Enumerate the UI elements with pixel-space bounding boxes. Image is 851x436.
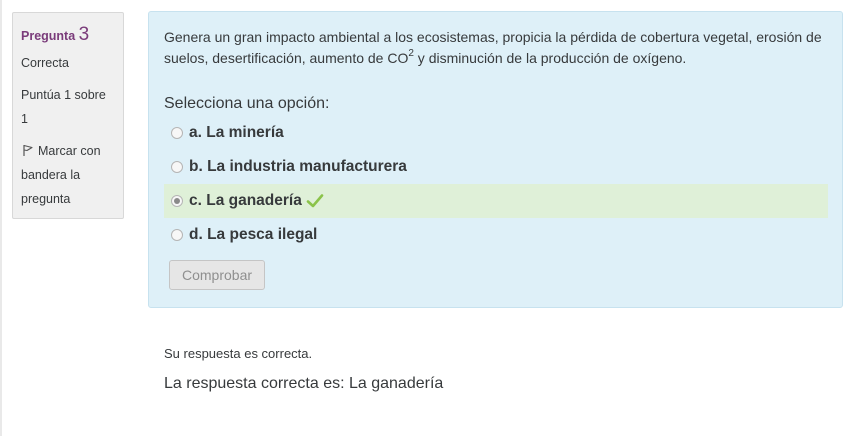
answer-option-b[interactable]: b. La industria manufacturera <box>164 150 828 184</box>
question-number-line: Pregunta 3 <box>21 21 115 49</box>
answer-option-d[interactable]: d. La pesca ilegal <box>164 218 828 252</box>
question-grade: Puntúa 1 sobre 1 <box>21 88 106 126</box>
check-button[interactable]: Comprobar <box>169 260 265 290</box>
question-label: Pregunta <box>21 29 76 43</box>
answer-option-c[interactable]: c. La ganadería <box>164 184 828 218</box>
radio-b[interactable] <box>171 161 183 173</box>
answer-option-a[interactable]: a. La minería <box>164 116 828 150</box>
check-icon <box>306 193 324 209</box>
answer-label-b: b. La industria manufacturera <box>189 158 407 175</box>
question-text-after: y disminución de la producción de oxígen… <box>413 50 687 66</box>
question-state: Correcta <box>21 56 69 70</box>
radio-d[interactable] <box>171 229 183 241</box>
radio-c[interactable] <box>171 195 183 207</box>
flag-question-link[interactable]: Marcar con bandera la pregunta <box>21 139 115 211</box>
question-number: 3 <box>78 24 90 45</box>
radio-a[interactable] <box>171 127 183 139</box>
answer-label-c: c. La ganadería <box>189 192 302 209</box>
answer-label-d: d. La pesca ilegal <box>189 226 318 243</box>
question-text: Genera un gran impacto ambiental a los e… <box>164 27 829 69</box>
right-answer: La respuesta correcta es: La ganadería <box>164 375 444 392</box>
question-info: Pregunta 3 Correcta Puntúa 1 sobre 1 Mar… <box>12 12 124 219</box>
answer-prompt: Selecciona una opción: <box>164 95 330 112</box>
specific-feedback: Su respuesta es correcta. <box>164 346 313 361</box>
flag-icon <box>21 141 35 156</box>
page-edge <box>0 0 2 436</box>
question-formulation: Genera un gran impacto ambiental a los e… <box>148 11 843 308</box>
answer-label-a: a. La minería <box>189 124 284 141</box>
